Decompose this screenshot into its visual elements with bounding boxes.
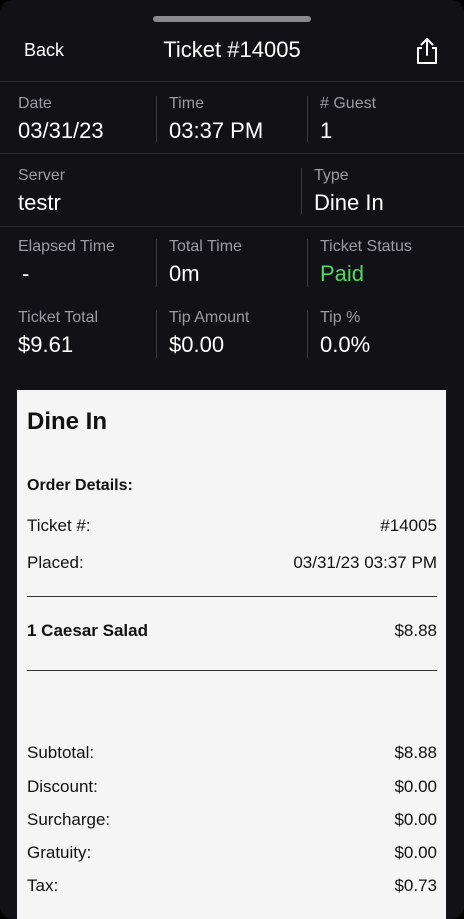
time-label: Time <box>169 95 204 112</box>
subtotal-row: Subtotal: $8.88 <box>27 742 437 764</box>
guest-value: 1 <box>320 118 333 143</box>
sheet-grabber-handle[interactable] <box>153 16 311 22</box>
tip-amount-label: Tip Amount <box>169 309 250 326</box>
header-bar: Back Ticket #14005 <box>0 24 464 80</box>
subtotal-value: $8.88 <box>394 743 437 762</box>
discount-label: Discount: <box>27 777 98 796</box>
placed-row: Placed: 03/31/23 03:37 PM <box>27 552 437 574</box>
guest-label: # Guest <box>320 95 377 112</box>
column-divider <box>156 96 157 142</box>
share-button[interactable] <box>414 36 440 66</box>
guest-field: # Guest 1 <box>320 94 376 145</box>
column-divider <box>156 239 157 287</box>
receipt-title: Dine In <box>27 408 108 435</box>
receipt-panel[interactable]: Dine In Order Details: Ticket #: #14005 … <box>17 390 446 919</box>
server-value: testr <box>18 190 61 215</box>
total-time-label: Total Time <box>169 238 242 255</box>
date-value: 03/31/23 <box>18 118 104 143</box>
ticket-status-field: Ticket Status Paid <box>320 237 412 288</box>
tip-amount-field: Tip Amount $0.00 <box>169 308 249 359</box>
ticket-status-label: Ticket Status <box>320 238 412 255</box>
discount-row: Discount: $0.00 <box>27 776 437 798</box>
ticket-number-label: Ticket #: <box>27 516 91 535</box>
ticket-detail-sheet: Back Ticket #14005 Date 03/31/23 Time 03… <box>0 0 464 919</box>
type-value: Dine In <box>314 190 384 215</box>
divider <box>27 596 437 597</box>
tip-percent-label: Tip % <box>320 309 361 326</box>
total-time-value: 0m <box>169 261 200 286</box>
divider <box>27 670 437 671</box>
tip-percent-field: Tip % 0.0% <box>320 308 370 359</box>
item-name: 1 Caesar Salad <box>27 621 148 640</box>
divider <box>0 153 464 154</box>
date-label: Date <box>18 95 52 112</box>
surcharge-value: $0.00 <box>394 810 437 829</box>
tip-percent-value: 0.0% <box>320 332 371 357</box>
order-details-heading: Order Details: <box>27 477 133 494</box>
subtotal-label: Subtotal: <box>27 743 95 762</box>
tax-value: $0.73 <box>394 876 437 895</box>
page-title: Ticket #14005 <box>163 37 301 62</box>
divider <box>0 81 464 82</box>
gratuity-label: Gratuity: <box>27 843 92 862</box>
elapsed-time-label: Elapsed Time <box>18 238 115 255</box>
column-divider <box>307 96 308 142</box>
ticket-total-field: Ticket Total $9.61 <box>18 308 98 359</box>
divider <box>0 226 464 227</box>
tax-label: Tax: <box>27 876 59 895</box>
item-price: $8.88 <box>394 621 437 640</box>
surcharge-label: Surcharge: <box>27 810 111 829</box>
ticket-number-value: #14005 <box>380 516 437 535</box>
tip-amount-value: $0.00 <box>169 332 225 357</box>
time-value: 03:37 PM <box>169 118 264 143</box>
ticket-total-label: Ticket Total <box>18 309 99 326</box>
tax-row: Tax: $0.73 <box>27 875 437 897</box>
date-field: Date 03/31/23 <box>18 94 104 145</box>
ticket-number-row: Ticket #: #14005 <box>27 515 437 537</box>
column-divider <box>156 310 157 358</box>
placed-value: 03/31/23 03:37 PM <box>293 553 437 572</box>
server-field: Server testr <box>18 166 65 217</box>
server-label: Server <box>18 167 66 184</box>
total-time-field: Total Time 0m <box>169 237 242 288</box>
placed-label: Placed: <box>27 553 84 572</box>
line-item: 1 Caesar Salad $8.88 <box>27 620 437 642</box>
ticket-status-badge: Paid <box>320 261 365 286</box>
ticket-total-value: $9.61 <box>18 332 74 357</box>
discount-value: $0.00 <box>394 777 437 796</box>
column-divider <box>301 168 302 214</box>
type-label: Type <box>314 167 349 184</box>
gratuity-row: Gratuity: $0.00 <box>27 842 437 864</box>
time-field: Time 03:37 PM <box>169 94 263 145</box>
elapsed-time-field: Elapsed Time - <box>18 237 115 288</box>
elapsed-time-value: - <box>22 261 30 286</box>
type-field: Type Dine In <box>314 166 384 217</box>
surcharge-row: Surcharge: $0.00 <box>27 809 437 831</box>
share-icon <box>417 38 437 64</box>
gratuity-value: $0.00 <box>394 843 437 862</box>
column-divider <box>307 239 308 287</box>
column-divider <box>307 310 308 358</box>
